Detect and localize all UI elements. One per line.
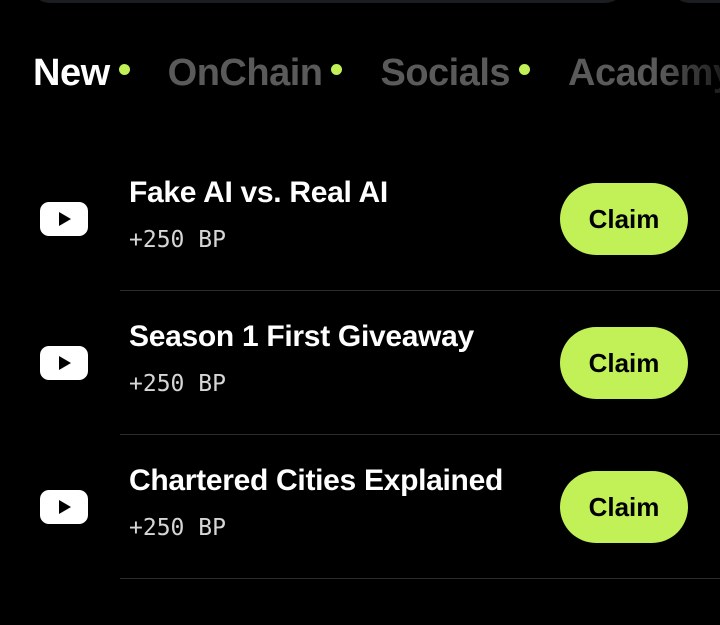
claim-button[interactable]: Claim bbox=[560, 183, 688, 255]
tab-new[interactable]: New bbox=[33, 52, 130, 95]
task-reward: +250 BP bbox=[129, 227, 226, 253]
claim-button[interactable]: Claim bbox=[560, 327, 688, 399]
task-list: Fake AI vs. Real AI +250 BP Claim Season… bbox=[0, 147, 720, 579]
tab-socials[interactable]: Socials bbox=[380, 52, 531, 95]
task-item: Fake AI vs. Real AI +250 BP Claim bbox=[0, 147, 720, 291]
task-reward: +250 BP bbox=[129, 515, 226, 541]
task-reward: +250 BP bbox=[129, 371, 226, 397]
divider bbox=[120, 578, 720, 579]
tab-label: New bbox=[33, 52, 110, 94]
tab-label: Academy bbox=[568, 52, 720, 94]
task-item: Chartered Cities Explained +250 BP Claim bbox=[0, 435, 720, 579]
task-item: Season 1 First Giveaway +250 BP Claim bbox=[0, 291, 720, 435]
task-title: Fake AI vs. Real AI bbox=[129, 176, 388, 209]
tab-label: OnChain bbox=[167, 52, 323, 94]
tab-academy[interactable]: Academy bbox=[568, 52, 720, 95]
youtube-icon bbox=[40, 202, 88, 236]
top-panel bbox=[30, 0, 625, 3]
tab-onchain[interactable]: OnChain bbox=[168, 52, 343, 95]
youtube-icon bbox=[40, 346, 88, 380]
task-title: Chartered Cities Explained bbox=[129, 464, 503, 497]
task-title: Season 1 First Giveaway bbox=[129, 320, 474, 353]
new-indicator-dot bbox=[331, 64, 343, 75]
category-tabs: New OnChain Socials Academy bbox=[33, 52, 720, 95]
tab-label: Socials bbox=[380, 52, 511, 94]
new-indicator-dot bbox=[519, 64, 531, 75]
new-indicator-dot bbox=[118, 64, 130, 75]
top-panel-right bbox=[670, 0, 720, 3]
claim-button[interactable]: Claim bbox=[560, 471, 688, 543]
youtube-icon bbox=[40, 490, 88, 524]
